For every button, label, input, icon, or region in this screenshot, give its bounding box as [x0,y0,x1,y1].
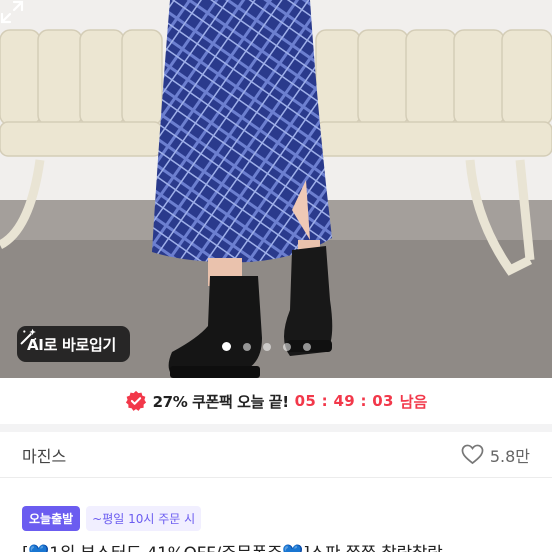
expand-icon[interactable] [0,0,24,24]
coupon-timer: 05 : 49 : 03 [294,392,394,410]
coupon-badge-icon [125,390,146,411]
coupon-banner[interactable]: 27% 쿠폰팩 오늘 끝! 05 : 49 : 03 남음 [0,378,552,424]
coupon-text: 27% 쿠폰팩 오늘 끝! [152,392,289,411]
heart-icon [461,444,484,465]
like-button[interactable]: 5.8만 [461,443,530,467]
product-title: [💙1위 부스터드 41%OFF/주문폭주💙]스판 쭈쭈 찰랑찰랑 [22,539,542,552]
coupon-timer-suffix: 남음 [399,392,428,411]
carousel-dot[interactable] [222,342,231,351]
ai-try-on-button[interactable]: AI로 바로입기 [17,326,131,362]
carousel-dot[interactable] [303,342,311,351]
carousel-dot[interactable] [283,342,291,351]
section-divider [0,424,552,432]
today-ship-badge: 오늘출발 [22,506,81,531]
magic-wand-icon [20,328,37,345]
ship-cutoff-note: ~평일 10시 주문 시 [86,506,202,531]
shop-row: 마진스 5.8만 [0,432,552,477]
shipping-tags: 오늘출발 ~평일 10시 주문 시 [22,506,202,531]
carousel-indicator [222,342,311,351]
carousel-dot[interactable] [263,342,271,351]
shop-divider [0,477,552,478]
carousel-dot[interactable] [243,342,251,351]
product-image[interactable]: AI로 바로입기 [0,0,552,378]
product-photo-illustration [0,0,552,378]
ai-try-on-label: AI로 바로입기 [27,335,117,354]
shop-name-link[interactable]: 마진스 [22,443,66,467]
like-count: 5.8만 [489,446,530,466]
